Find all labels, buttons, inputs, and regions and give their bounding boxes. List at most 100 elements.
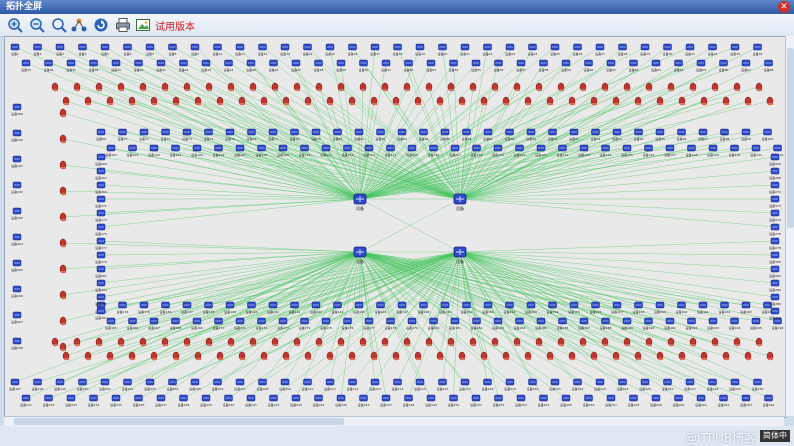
switch-node[interactable]: 设备33 (730, 43, 740, 56)
router-node[interactable] (59, 264, 67, 274)
switch-node[interactable]: 设备181 (449, 317, 461, 330)
switch-node[interactable]: 设备231 (20, 394, 32, 407)
router-node[interactable] (282, 351, 290, 361)
router-node[interactable] (414, 351, 422, 361)
router-node[interactable] (84, 96, 92, 106)
switch-node[interactable]: 设备120 (514, 144, 526, 157)
switch-node[interactable]: 设备112 (342, 144, 354, 157)
switch-node[interactable]: 设备289 (11, 103, 23, 116)
router-node[interactable] (62, 351, 70, 361)
switch-node[interactable]: 设备295 (11, 259, 23, 272)
router-node[interactable] (634, 351, 642, 361)
switch-node[interactable]: 设备141 (267, 301, 279, 314)
switch-node[interactable]: 设备131 (750, 144, 762, 157)
switch-node[interactable]: 设备179 (406, 317, 418, 330)
horizontal-scrollbar[interactable] (4, 416, 784, 426)
switch-node[interactable]: 设备259 (650, 394, 662, 407)
router-node[interactable] (491, 337, 499, 347)
switch-node[interactable]: 设备94 (634, 128, 644, 141)
router-node[interactable] (590, 351, 598, 361)
router-node[interactable] (744, 96, 752, 106)
router-node[interactable] (392, 96, 400, 106)
switch-node[interactable]: 设备212 (347, 378, 359, 391)
router-node[interactable] (656, 96, 664, 106)
switch-node[interactable]: 设备139 (224, 301, 236, 314)
switch-node[interactable]: 设备93 (612, 128, 622, 141)
router-node[interactable] (381, 337, 389, 347)
router-node[interactable] (271, 337, 279, 347)
switch-node[interactable]: 设备70 (118, 128, 128, 141)
switch-node[interactable]: 设备9 (190, 43, 200, 56)
router-node[interactable] (425, 337, 433, 347)
router-node[interactable] (183, 337, 191, 347)
router-node[interactable] (315, 337, 323, 347)
switch-node[interactable]: 设备281 (95, 265, 107, 278)
close-icon[interactable]: ✕ (778, 1, 790, 13)
switch-node[interactable]: 设备65 (696, 59, 706, 72)
switch-node[interactable]: 设备84 (419, 128, 429, 141)
switch-node[interactable]: 设备184 (514, 317, 526, 330)
router-node[interactable] (480, 351, 488, 361)
router-node[interactable] (282, 96, 290, 106)
router-node[interactable] (139, 82, 147, 92)
switch-node[interactable]: 设备73 (182, 128, 192, 141)
switch-node[interactable]: 设备75 (225, 128, 235, 141)
switch-node[interactable]: 设备255 (560, 394, 572, 407)
router-node[interactable] (524, 96, 532, 106)
switch-node[interactable]: 设备76 (247, 128, 257, 141)
switch-node[interactable]: 设备238 (178, 394, 190, 407)
switch-node[interactable]: 设备227 (684, 378, 696, 391)
switch-node[interactable]: 设备268 (769, 167, 781, 180)
switch-node[interactable]: 设备258 (628, 394, 640, 407)
router-node[interactable] (62, 96, 70, 106)
router-node[interactable] (161, 337, 169, 347)
switch-node[interactable]: 设备140 (246, 301, 258, 314)
switch-node[interactable]: 设备228 (707, 378, 719, 391)
switch-node[interactable]: 设备236 (133, 394, 145, 407)
router-node[interactable] (249, 337, 257, 347)
switch-node[interactable]: 设备232 (43, 394, 55, 407)
switch-node[interactable]: 设备219 (504, 378, 516, 391)
switch-node[interactable]: 设备211 (324, 378, 336, 391)
switch-node[interactable]: 设备160 (676, 301, 688, 314)
router-node[interactable] (183, 82, 191, 92)
switch-node[interactable]: 设备182 (471, 317, 483, 330)
router-node[interactable] (370, 96, 378, 106)
switch-node[interactable]: 设备296 (11, 285, 23, 298)
switch-node[interactable]: 设备245 (335, 394, 347, 407)
router-node[interactable] (59, 134, 67, 144)
switch-node[interactable]: 设备197 (9, 378, 21, 391)
router-node[interactable] (348, 96, 356, 106)
switch-node[interactable]: 设备87 (483, 128, 493, 141)
switch-node[interactable]: 设备267 (95, 167, 107, 180)
switch-node[interactable]: 设备103 (148, 144, 160, 157)
switch-node[interactable]: 设备269 (95, 181, 107, 194)
switch-node[interactable]: 设备15 (325, 43, 335, 56)
router-node[interactable] (172, 351, 180, 361)
router-node[interactable] (359, 82, 367, 92)
router-node[interactable] (612, 96, 620, 106)
switch-node[interactable]: 设备284 (769, 279, 781, 292)
switch-node[interactable]: 设备200 (77, 378, 89, 391)
switch-node[interactable]: 设备217 (459, 378, 471, 391)
switch-node[interactable]: 设备16 (348, 43, 358, 56)
switch-node[interactable]: 设备10 (213, 43, 223, 56)
switch-node[interactable]: 设备213 (369, 378, 381, 391)
switch-node[interactable]: 设备252 (493, 394, 505, 407)
router-node[interactable] (436, 96, 444, 106)
router-node[interactable] (634, 96, 642, 106)
switch-node[interactable]: 设备263 (740, 394, 752, 407)
switch-node[interactable]: 设备191 (664, 317, 676, 330)
router-node[interactable] (227, 82, 235, 92)
router-node[interactable] (84, 351, 92, 361)
switch-node[interactable]: 设备278 (769, 237, 781, 250)
switch-node[interactable]: 设备119 (492, 144, 504, 157)
switch-node[interactable]: 设备39 (111, 59, 121, 72)
switch-node[interactable]: 设备148 (418, 301, 430, 314)
switch-node[interactable]: 设备68 (764, 59, 774, 72)
router-node[interactable] (469, 337, 477, 347)
vertical-scrollbar[interactable] (785, 36, 794, 416)
switch-node[interactable]: 设备251 (470, 394, 482, 407)
layout-button[interactable] (70, 16, 88, 34)
router-node[interactable] (667, 82, 675, 92)
